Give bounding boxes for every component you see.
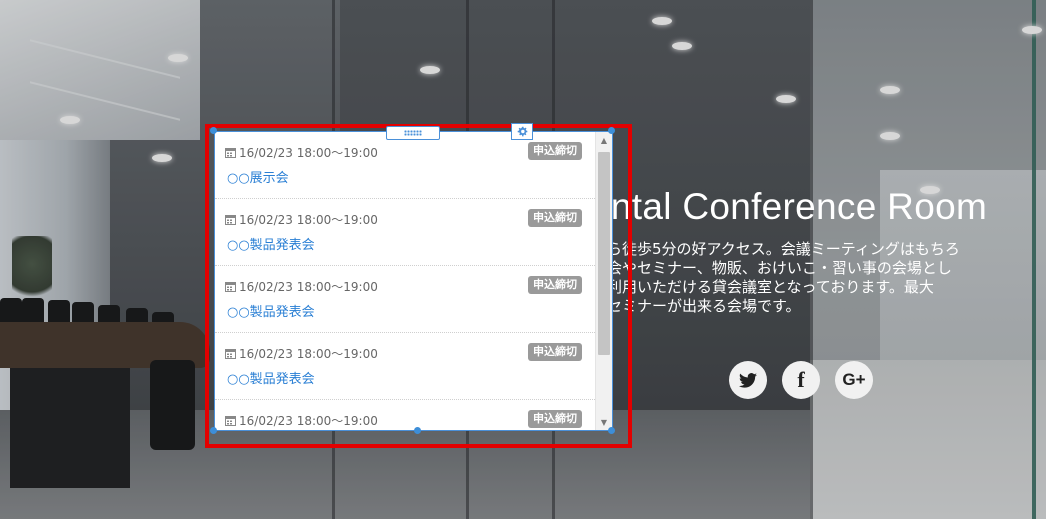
calendar-icon xyxy=(225,281,236,292)
status-badge: 申込締切 xyxy=(528,276,582,294)
gear-icon xyxy=(517,126,527,137)
event-date-text: 16/02/23 18:00〜19:00 xyxy=(239,213,378,227)
status-badge: 申込締切 xyxy=(528,343,582,361)
calendar-icon xyxy=(225,214,236,225)
event-date-text: 16/02/23 18:00〜19:00 xyxy=(239,414,378,428)
event-date: 16/02/23 18:00〜19:00 xyxy=(225,345,378,362)
drag-handle[interactable] xyxy=(386,126,440,140)
event-title-link[interactable]: ○○製品発表会 xyxy=(227,301,315,320)
calendar-icon xyxy=(225,348,236,359)
scrollbar-thumb[interactable] xyxy=(598,152,610,355)
event-item: 16/02/23 18:00〜19:00 申込締切 ○○製品発表会 xyxy=(215,199,595,266)
twitter-icon xyxy=(739,372,757,388)
event-title-link[interactable]: ○○製品発表会 xyxy=(227,234,315,253)
facebook-icon: f xyxy=(797,367,805,392)
google-plus-icon: G+ xyxy=(842,370,866,389)
twitter-button[interactable] xyxy=(729,361,767,399)
event-item: 16/02/23 18:00〜19:00 申込締切 ○○展示会 xyxy=(215,132,595,199)
resize-handle[interactable] xyxy=(414,427,421,434)
event-item: 16/02/23 18:00〜19:00 申込締切 xyxy=(215,400,595,430)
resize-handle[interactable] xyxy=(608,427,615,434)
event-date-text: 16/02/23 18:00〜19:00 xyxy=(239,280,378,294)
status-badge: 申込締切 xyxy=(528,410,582,428)
resize-handle[interactable] xyxy=(210,127,217,134)
facebook-button[interactable]: f xyxy=(782,361,820,399)
widget-settings-button[interactable] xyxy=(511,123,533,140)
calendar-icon xyxy=(225,415,236,426)
event-date-text: 16/02/23 18:00〜19:00 xyxy=(239,146,378,160)
hero-description-line: のセミナーが出来る会場です。 xyxy=(592,297,801,315)
event-date: 16/02/23 18:00〜19:00 xyxy=(225,144,378,161)
event-title-link[interactable]: ○○展示会 xyxy=(227,167,289,186)
scroll-up-arrow[interactable]: ▲ xyxy=(596,132,612,148)
event-item: 16/02/23 18:00〜19:00 申込締切 ○○製品発表会 xyxy=(215,333,595,400)
hero-description-line: ご利用いただける貸会議室となっております。最大 xyxy=(592,278,934,296)
hero-description-line: 演会やセミナー、物販、おけいこ・習い事の会場とし xyxy=(592,259,952,277)
event-date-text: 16/02/23 18:00〜19:00 xyxy=(239,347,378,361)
event-title-link[interactable]: ○○製品発表会 xyxy=(227,368,315,387)
event-date: 16/02/23 18:00〜19:00 xyxy=(225,211,378,228)
hero-description-line: から徒歩5分の好アクセス。会議ミーティングはもちろ xyxy=(592,240,960,258)
google-plus-button[interactable]: G+ xyxy=(835,361,873,399)
calendar-icon xyxy=(225,147,236,158)
event-list-widget[interactable]: 16/02/23 18:00〜19:00 申込締切 ○○展示会 16/02/23 18… xyxy=(214,131,613,431)
grip-dots-icon xyxy=(404,130,422,136)
scrollbar[interactable]: ▲ ▼ xyxy=(595,132,612,430)
event-date: 16/02/23 18:00〜19:00 xyxy=(225,278,378,295)
hero-description: から徒歩5分の好アクセス。会議ミーティングはもちろ 演会やセミナー、物販、おけい… xyxy=(592,240,1046,316)
resize-handle[interactable] xyxy=(210,427,217,434)
hero-title: ental Conference Room xyxy=(590,186,988,227)
event-item: 16/02/23 18:00〜19:00 申込締切 ○○製品発表会 xyxy=(215,266,595,333)
event-list: 16/02/23 18:00〜19:00 申込締切 ○○展示会 16/02/23 18… xyxy=(215,132,595,430)
status-badge: 申込締切 xyxy=(528,209,582,227)
status-badge: 申込締切 xyxy=(528,142,582,160)
event-date: 16/02/23 18:00〜19:00 xyxy=(225,412,378,429)
resize-handle[interactable] xyxy=(608,127,615,134)
